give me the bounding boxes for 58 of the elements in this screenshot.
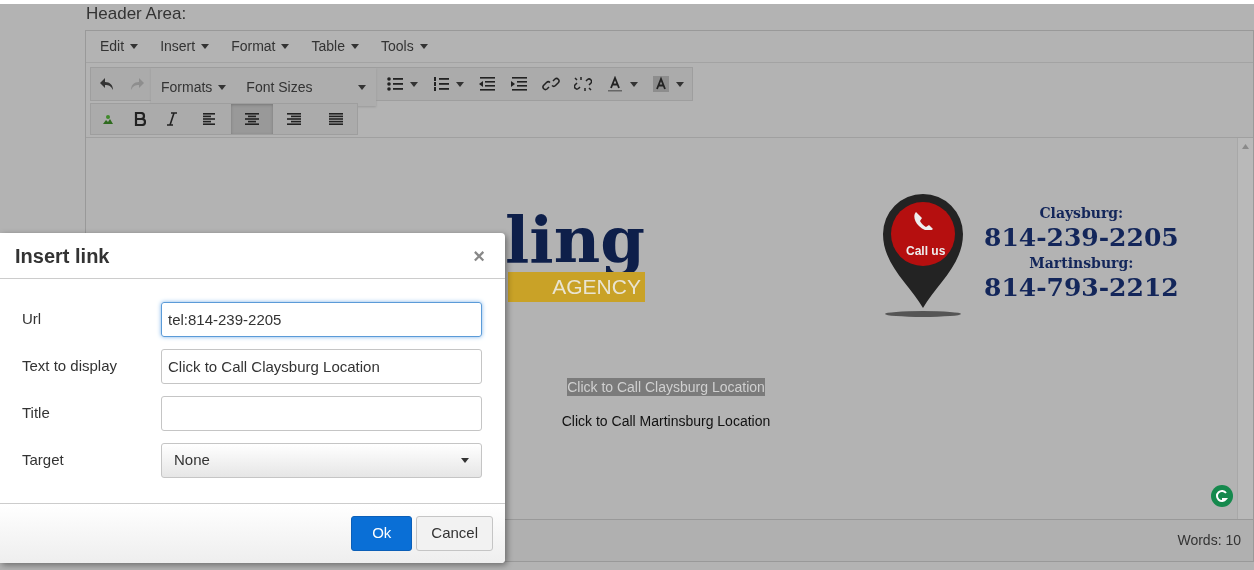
target-select[interactable]: None xyxy=(161,443,482,478)
location-name: Claysburg: xyxy=(1039,204,1124,222)
dialog-title: Insert link xyxy=(15,243,110,269)
menu-item[interactable]: Table xyxy=(311,36,359,57)
phone-number: 814-239-2205 xyxy=(984,222,1179,254)
call-us-label: Call us xyxy=(906,243,946,260)
cancel-button[interactable]: Cancel xyxy=(416,516,493,551)
align-right-icon xyxy=(285,111,303,127)
menu-item[interactable]: Tools xyxy=(380,36,428,57)
section-heading: Header Area: xyxy=(86,4,187,23)
align-center-icon xyxy=(243,111,261,127)
link-icon[interactable] xyxy=(542,76,561,92)
align-justify-icon xyxy=(327,111,345,127)
indent-icon[interactable] xyxy=(510,76,529,92)
caret-icon xyxy=(410,81,419,87)
link-text[interactable]: Click to Call Martinsburg Location xyxy=(561,412,771,430)
unlink-icon[interactable] xyxy=(574,76,593,92)
format-dropdown[interactable]: Font Sizes xyxy=(236,68,377,106)
text-color-icon[interactable] xyxy=(606,76,625,92)
field-label: Target xyxy=(22,450,65,471)
text-field[interactable]: Click to Call Claysburg Location xyxy=(161,349,482,384)
caret-icon xyxy=(461,458,469,463)
caret-icon xyxy=(630,81,639,87)
outdent-icon[interactable] xyxy=(478,76,497,92)
caret-icon xyxy=(281,44,290,49)
ok-button[interactable]: Ok xyxy=(351,516,413,551)
field-label: Title xyxy=(22,403,51,424)
close-button[interactable]: × xyxy=(473,240,485,271)
field-label: Text to display xyxy=(22,356,119,377)
bold-icon xyxy=(134,112,146,126)
numbered-list-icon[interactable] xyxy=(432,76,451,92)
caret-icon xyxy=(419,44,428,49)
italic-icon xyxy=(166,112,178,126)
menu-item[interactable]: Insert xyxy=(160,36,210,57)
menu-item[interactable]: Format xyxy=(231,36,290,57)
caret-icon xyxy=(201,44,210,49)
phone-number: 814-793-2212 xyxy=(984,272,1179,304)
image-icon xyxy=(102,113,114,125)
word-count: Words: 10 xyxy=(1177,531,1241,550)
field-label: Url xyxy=(22,309,43,330)
text-field[interactable] xyxy=(161,396,482,431)
background-color-icon[interactable] xyxy=(652,76,671,92)
phone-icon xyxy=(914,211,933,230)
caret-icon xyxy=(456,81,465,87)
format-dropdown[interactable]: Formats xyxy=(151,68,237,106)
caret-icon xyxy=(358,84,367,90)
undo-icon xyxy=(99,77,115,91)
menu-item[interactable]: Edit xyxy=(100,36,139,57)
caret-icon xyxy=(676,81,685,87)
text-field[interactable]: tel:814-239-2205 xyxy=(161,302,482,337)
logo-text: ling xyxy=(505,208,645,272)
caret-icon xyxy=(130,44,139,49)
location-name: Martinsburg: xyxy=(1029,254,1134,272)
logo-tagline: AGENCY xyxy=(507,272,645,302)
bullet-list-icon[interactable] xyxy=(386,76,405,92)
caret-icon xyxy=(218,84,227,90)
caret-icon xyxy=(350,44,359,49)
align-button[interactable] xyxy=(231,104,273,134)
